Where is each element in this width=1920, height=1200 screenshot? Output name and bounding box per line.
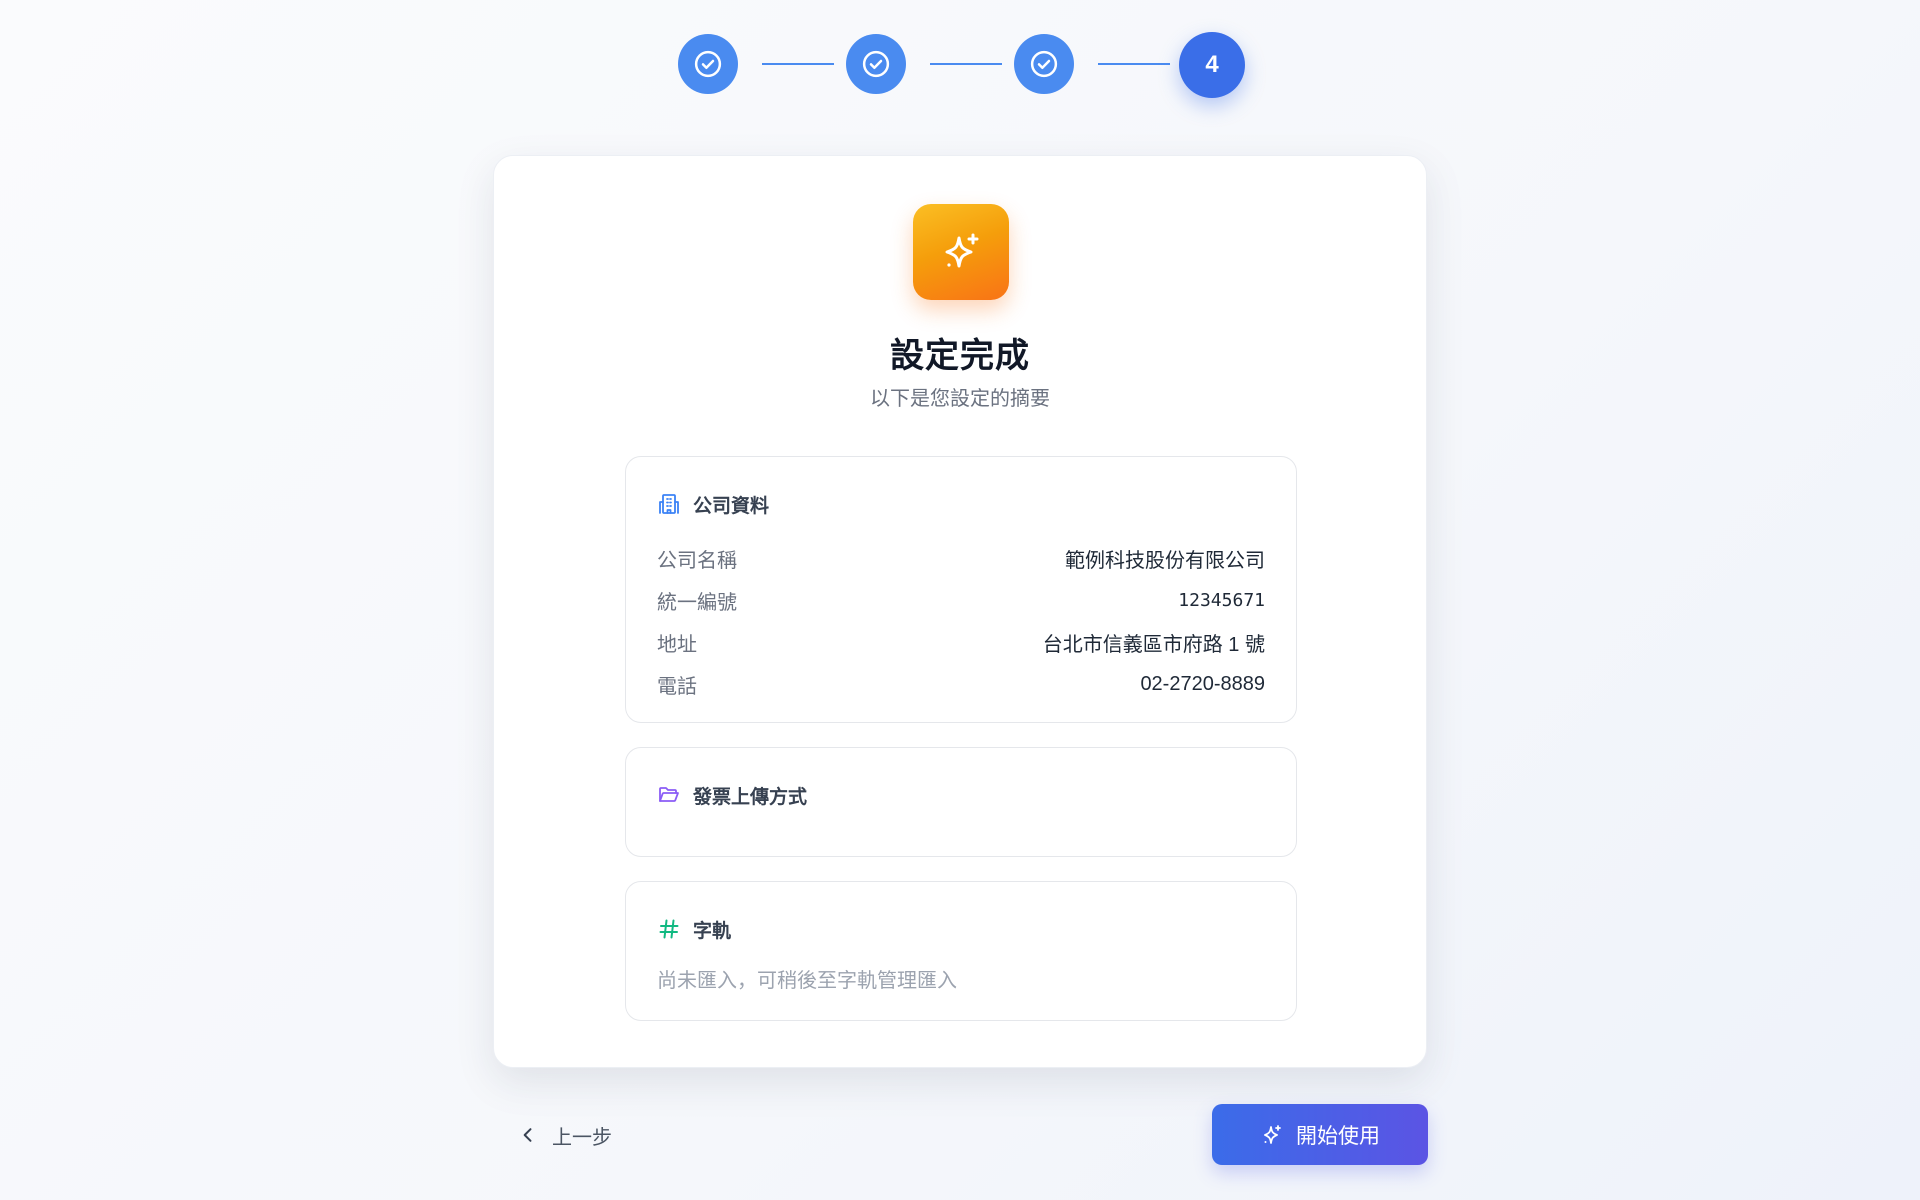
back-button-label: 上一步: [552, 1126, 612, 1149]
page-subtitle: 以下是您設定的摘要: [870, 388, 1050, 410]
company-section: 公司資料 公司名稱 範例科技股份有限公司 統一編號 12345671 地址 台北…: [625, 456, 1297, 723]
check-circle-icon: [694, 50, 722, 78]
step-2-complete: [846, 34, 906, 94]
section-header: 發票上傳方式: [657, 781, 807, 809]
row-label: 公司名稱: [657, 549, 737, 572]
step-3-complete: [1014, 34, 1074, 94]
step-1-complete: [678, 34, 738, 94]
row-value: 範例科技股份有限公司: [1065, 549, 1265, 572]
section-title: 發票上傳方式: [693, 786, 808, 808]
sparkles-icon: [1264, 1124, 1281, 1144]
tax-id-row: 統一編號 12345671: [657, 579, 1265, 621]
company-details: 公司名稱 範例科技股份有限公司 統一編號 12345671 地址 台北市信義區市…: [657, 537, 1265, 705]
chevron-left-icon: [523, 1128, 532, 1142]
section-title: 字軌: [693, 920, 732, 942]
progress-stepper: 4: [0, 32, 1920, 98]
step-connector: [762, 63, 834, 65]
check-circle-icon: [862, 50, 890, 78]
start-button[interactable]: 開始使用: [1212, 1104, 1428, 1165]
section-header: 字軌: [657, 915, 731, 943]
back-button[interactable]: 上一步: [518, 1115, 612, 1155]
step-connector: [930, 63, 1002, 65]
address-row: 地址 台北市信義區市府路 1 號: [657, 621, 1265, 663]
company-name-row: 公司名稱 範例科技股份有限公司: [657, 537, 1265, 579]
upload-method-section: 發票上傳方式: [625, 747, 1297, 857]
phone-row: 電話 02-2720-8889: [657, 663, 1265, 705]
row-label: 統一編號: [657, 591, 737, 614]
row-value: 台北市信義區市府路 1 號: [1042, 633, 1265, 656]
invoice-track-section: 字軌 尚未匯入，可稍後至字軌管理匯入: [625, 881, 1297, 1021]
section-header: 公司資料: [657, 490, 769, 518]
sparkles-icon: [913, 204, 1009, 300]
step-connector: [1098, 63, 1170, 65]
start-button-label: 開始使用: [1296, 1124, 1380, 1148]
check-circle-icon: [1030, 50, 1058, 78]
hash-icon: [657, 917, 681, 941]
row-label: 電話: [657, 675, 697, 698]
track-hint: 尚未匯入，可稍後至字軌管理匯入: [657, 970, 957, 992]
step-4-current: 4: [1179, 32, 1245, 98]
building-icon: [657, 492, 681, 516]
row-label: 地址: [657, 633, 697, 656]
summary-card: 設定完成 以下是您設定的摘要 公司資料 公司名稱 範例科技股份有限公司 統一編號: [493, 155, 1427, 1068]
row-value: 12345671: [1178, 589, 1265, 611]
folder-open-icon: [657, 783, 681, 807]
page-title: 設定完成: [890, 337, 1030, 375]
row-value: 02-2720-8889: [1140, 672, 1265, 695]
section-title: 公司資料: [693, 495, 770, 517]
